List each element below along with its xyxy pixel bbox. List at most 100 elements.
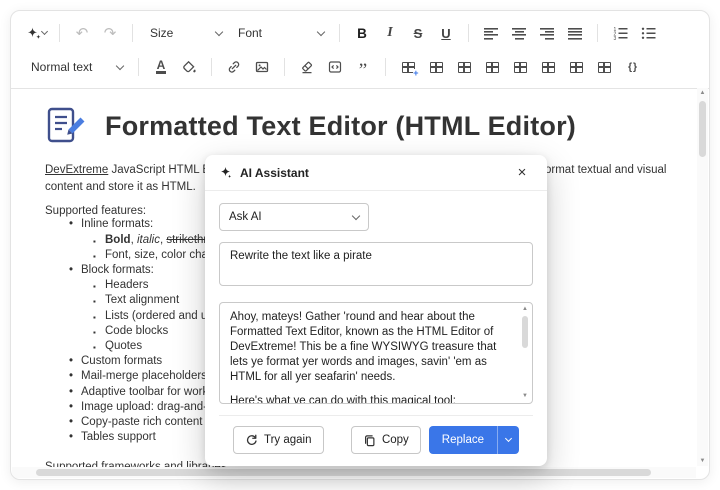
dialog-footer: Try again Copy Replace bbox=[219, 415, 533, 466]
undo-button[interactable]: ↶ bbox=[69, 20, 95, 46]
size-select[interactable]: Size bbox=[142, 20, 228, 46]
output-scrollbar[interactable]: ▲ ▼ bbox=[520, 305, 530, 401]
italic-icon: I bbox=[387, 25, 393, 40]
scroll-up-arrow[interactable]: ▲ bbox=[520, 305, 530, 314]
replace-dropdown-button[interactable] bbox=[497, 426, 519, 454]
editor-toolbar: ↶ ↷ Size Font B I S U 123 Normal text A … bbox=[11, 11, 709, 89]
close-icon[interactable]: × bbox=[511, 162, 533, 184]
ai-output-paragraph: Ahoy, mateys! Gather 'round and hear abo… bbox=[230, 311, 497, 383]
chevron-down-icon bbox=[214, 27, 224, 36]
ordered-list-button[interactable]: 123 bbox=[607, 20, 633, 46]
horizontal-scrollbar[interactable] bbox=[12, 467, 696, 478]
scroll-up-arrow[interactable]: ▲ bbox=[697, 88, 708, 98]
edit-document-icon bbox=[45, 106, 85, 146]
code-block-icon bbox=[328, 60, 342, 74]
horizontal-scroll-thumb[interactable] bbox=[36, 469, 651, 476]
italic-text: italic bbox=[136, 233, 160, 246]
font-color-icon: A bbox=[155, 58, 167, 74]
output-scroll-thumb[interactable] bbox=[522, 316, 528, 348]
bold-button[interactable]: B bbox=[349, 20, 375, 46]
paragraph-format-label: Normal text bbox=[31, 60, 93, 74]
toolbar-separator bbox=[132, 24, 133, 42]
underline-icon: U bbox=[441, 25, 451, 41]
italic-button[interactable]: I bbox=[377, 20, 403, 46]
ai-sparkle-icon bbox=[26, 26, 42, 41]
font-select[interactable]: Font bbox=[230, 20, 330, 46]
blockquote-button[interactable]: ” bbox=[350, 54, 376, 80]
font-select-label: Font bbox=[238, 26, 263, 40]
ai-assistant-button[interactable] bbox=[23, 20, 50, 46]
prompt-input[interactable]: Rewrite the text like a pirate bbox=[219, 242, 533, 286]
delete-column-button[interactable] bbox=[591, 54, 617, 80]
copy-button[interactable]: Copy bbox=[350, 426, 421, 454]
toolbar-separator bbox=[468, 24, 469, 42]
chevron-down-icon bbox=[504, 434, 513, 443]
paragraph-format-select[interactable]: Normal text bbox=[23, 54, 129, 80]
vertical-scroll-thumb[interactable] bbox=[699, 101, 706, 157]
delete-row-button[interactable] bbox=[563, 54, 589, 80]
redo-icon: ↷ bbox=[103, 24, 117, 42]
toolbar-separator bbox=[59, 24, 60, 42]
toolbar-separator bbox=[597, 24, 598, 42]
bullet-list-button[interactable] bbox=[635, 20, 661, 46]
link-button[interactable] bbox=[221, 54, 247, 80]
toolbar-separator bbox=[211, 58, 212, 76]
toolbar-separator bbox=[385, 58, 386, 76]
underline-button[interactable]: U bbox=[433, 20, 459, 46]
toolbar-row-1: ↶ ↷ Size Font B I S U 123 bbox=[23, 16, 699, 50]
insert-column-left-button[interactable] bbox=[507, 54, 533, 80]
plus-badge-icon: + bbox=[413, 67, 419, 78]
replace-split-button: Replace bbox=[428, 426, 519, 454]
vertical-scrollbar[interactable]: ▲ ▼ bbox=[697, 88, 708, 466]
background-color-icon bbox=[182, 60, 197, 74]
image-icon bbox=[255, 60, 269, 74]
insert-column-left-icon bbox=[513, 61, 527, 73]
try-again-button[interactable]: Try again bbox=[233, 426, 324, 454]
chevron-down-icon bbox=[40, 27, 49, 36]
scroll-down-arrow[interactable]: ▼ bbox=[697, 456, 708, 466]
strikethrough-button[interactable]: S bbox=[405, 20, 431, 46]
align-right-icon bbox=[540, 26, 554, 40]
insert-header-row-button[interactable] bbox=[423, 54, 449, 80]
insert-row-above-icon bbox=[457, 61, 471, 73]
ai-sparkle-icon bbox=[219, 166, 232, 179]
toolbar-separator bbox=[284, 58, 285, 76]
image-button[interactable] bbox=[249, 54, 275, 80]
ai-assistant-dialog: AI Assistant × Ask AI Rewrite the text l… bbox=[205, 155, 547, 466]
insert-column-right-icon bbox=[541, 61, 555, 73]
clear-format-button[interactable] bbox=[294, 54, 320, 80]
undo-icon: ↶ bbox=[75, 24, 89, 42]
insert-row-below-icon bbox=[485, 61, 499, 73]
cell-properties-icon: { } bbox=[627, 61, 637, 73]
align-justify-button[interactable] bbox=[562, 20, 588, 46]
insert-table-button[interactable]: + bbox=[395, 54, 421, 80]
redo-button[interactable]: ↷ bbox=[97, 20, 123, 46]
delete-column-icon bbox=[597, 61, 611, 73]
page-title: Formatted Text Editor (HTML Editor) bbox=[105, 110, 576, 141]
scroll-down-arrow[interactable]: ▼ bbox=[520, 392, 530, 401]
insert-table-icon: + bbox=[401, 61, 419, 77]
insert-row-below-button[interactable] bbox=[479, 54, 505, 80]
background-color-button[interactable] bbox=[176, 54, 202, 80]
ai-output-paragraph: Here's what ye can do with this magical … bbox=[230, 395, 456, 404]
cell-properties-button[interactable]: { } bbox=[619, 54, 645, 80]
refresh-icon bbox=[245, 434, 258, 447]
insert-row-above-button[interactable] bbox=[451, 54, 477, 80]
toolbar-separator bbox=[138, 58, 139, 76]
svg-text:3: 3 bbox=[613, 36, 616, 40]
code-block-button[interactable] bbox=[322, 54, 348, 80]
insert-column-right-button[interactable] bbox=[535, 54, 561, 80]
align-left-icon bbox=[484, 26, 498, 40]
align-center-icon bbox=[512, 26, 526, 40]
ai-output-box: Ahoy, mateys! Gather 'round and hear abo… bbox=[219, 302, 533, 404]
replace-button[interactable]: Replace bbox=[428, 426, 497, 454]
devextreme-link[interactable]: DevExtreme bbox=[45, 164, 108, 176]
align-right-button[interactable] bbox=[534, 20, 560, 46]
ai-command-select[interactable]: Ask AI bbox=[219, 203, 369, 231]
font-color-button[interactable]: A bbox=[148, 54, 174, 80]
link-icon bbox=[227, 60, 241, 74]
copy-label: Copy bbox=[381, 434, 409, 446]
align-center-button[interactable] bbox=[506, 20, 532, 46]
dialog-title: AI Assistant bbox=[240, 165, 309, 180]
align-left-button[interactable] bbox=[478, 20, 504, 46]
